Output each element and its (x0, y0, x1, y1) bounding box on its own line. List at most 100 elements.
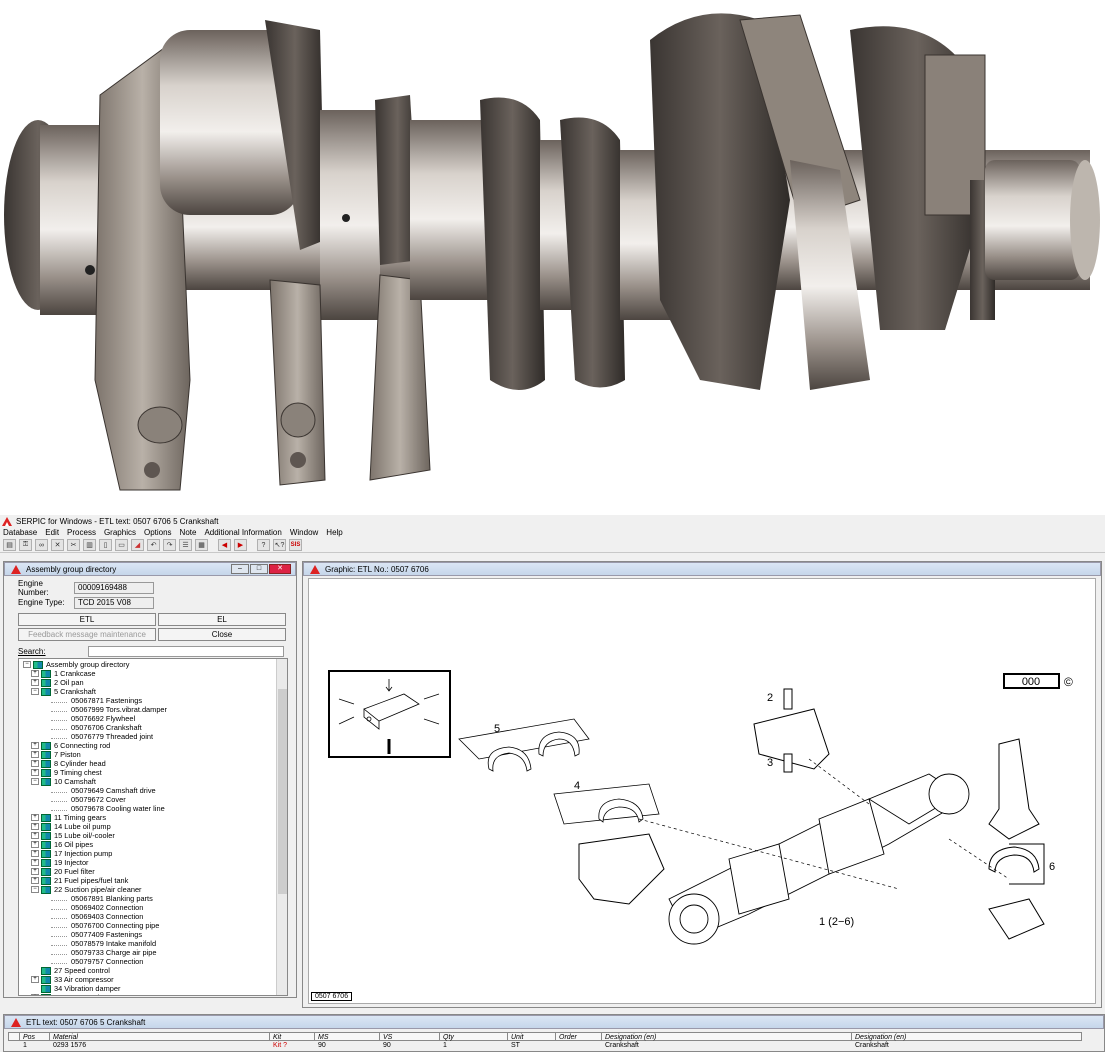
tree-expander-icon[interactable]: + (31, 679, 39, 686)
tree-expander-icon[interactable]: + (31, 814, 39, 821)
tree-expander-icon[interactable]: − (31, 886, 39, 893)
tree-group-item[interactable]: +15 Lube oil/-cooler (23, 831, 275, 840)
tree-expander-icon[interactable]: + (31, 670, 39, 677)
tree-leaf-item[interactable]: 05069402 Connection (23, 903, 275, 912)
tree-group-item[interactable]: +21 Fuel pipes/fuel tank (23, 876, 275, 885)
tree-leaf-item[interactable]: 05069403 Connection (23, 912, 275, 921)
col-designation-1[interactable]: Designation (en) (602, 1032, 852, 1041)
tree-group-item[interactable]: +17 Injection pump (23, 849, 275, 858)
exploded-view-drawing[interactable]: 000 © 5 4 2 3 1 (2−6) 6 0507 6706 (308, 578, 1096, 1004)
col-designation-2[interactable]: Designation (en) (852, 1032, 1082, 1041)
menu-window[interactable]: Window (290, 528, 318, 537)
sis-icon[interactable]: SIS (289, 539, 302, 551)
menu-database[interactable]: Database (3, 528, 37, 537)
cancel-icon[interactable]: ✕ (51, 539, 64, 551)
tree-leaf-item[interactable]: 05076692 Flywheel (23, 714, 275, 723)
menu-help[interactable]: Help (326, 528, 342, 537)
minimize-button[interactable]: – (231, 564, 249, 574)
tree-scrollbar[interactable] (276, 659, 287, 995)
tree-leaf-item[interactable]: 05079757 Connection (23, 957, 275, 966)
tree-leaf-item[interactable]: 05079649 Camshaft drive (23, 786, 275, 795)
menu-process[interactable]: Process (67, 528, 96, 537)
tree-expander-icon[interactable]: + (31, 760, 39, 767)
tree-group-item[interactable]: − 22 Suction pipe/air cleaner (23, 885, 275, 894)
tree-leaf-item[interactable]: 05076700 Connecting pipe (23, 921, 275, 930)
menu-note[interactable]: Note (180, 528, 197, 537)
tree-group-item[interactable]: +36 Water cooler (23, 993, 275, 995)
tree-leaf-item[interactable]: 05077409 Fastenings (23, 930, 275, 939)
tree-expander-icon[interactable]: + (31, 877, 39, 884)
tree-group-item[interactable]: 27 Speed control (23, 966, 275, 975)
tree-group-item[interactable]: 34 Vibration damper (23, 984, 275, 993)
tree-group-item[interactable]: +14 Lube oil pump (23, 822, 275, 831)
tree-group-item[interactable]: +9 Timing chest (23, 768, 275, 777)
tree-group-item[interactable]: +8 Cylinder head (23, 759, 275, 768)
tree-expander-icon[interactable]: + (31, 976, 39, 983)
col-pos[interactable]: Pos (20, 1032, 50, 1041)
tree-group-item[interactable]: +20 Fuel filter (23, 867, 275, 876)
cut-icon[interactable]: ✂ (67, 539, 80, 551)
tree-expander-icon[interactable]: + (31, 859, 39, 866)
el-button[interactable]: EL (158, 613, 286, 626)
col-kit[interactable]: Kit (270, 1032, 315, 1041)
close-button[interactable]: Close (158, 628, 286, 641)
tree-group-item[interactable]: +11 Timing gears (23, 813, 275, 822)
col-vs[interactable]: VS (380, 1032, 440, 1041)
tree-group-item[interactable]: +33 Air compressor (23, 975, 275, 984)
menu-edit[interactable]: Edit (45, 528, 59, 537)
tree-group-item[interactable]: − 5 Crankshaft (23, 687, 275, 696)
tree-leaf-item[interactable]: 05076706 Crankshaft (23, 723, 275, 732)
list-icon[interactable]: ☰ (179, 539, 192, 551)
tree-leaf-item[interactable]: 05076779 Threaded joint (23, 732, 275, 741)
tree-expander-icon[interactable]: + (31, 994, 39, 995)
next-arrow-icon[interactable]: ▶ (234, 539, 247, 551)
feedback-button[interactable]: Feedback message maintenance (18, 628, 156, 641)
tree-expander-icon[interactable]: + (31, 868, 39, 875)
tree-leaf-item[interactable]: 05079733 Charge air pipe (23, 948, 275, 957)
open-icon[interactable]: ▭ (115, 539, 128, 551)
key-icon[interactable]: ⚿ (19, 539, 32, 551)
tree-leaf-item[interactable]: 05079678 Cooling water line (23, 804, 275, 813)
print-icon[interactable]: ▤ (3, 539, 16, 551)
tree-group-item[interactable]: − 10 Camshaft (23, 777, 275, 786)
tree-leaf-item[interactable]: 05067999 Tors.vibrat.damper (23, 705, 275, 714)
col-ms[interactable]: MS (315, 1032, 380, 1041)
etl-button[interactable]: ETL (18, 613, 156, 626)
link-icon[interactable]: ∞ (35, 539, 48, 551)
col-material[interactable]: Material (50, 1032, 270, 1041)
color-icon[interactable]: ◢ (131, 539, 144, 551)
tree-expander-icon[interactable]: − (23, 661, 31, 668)
tree-leaf-item[interactable]: 05078579 Intake manifold (23, 939, 275, 948)
context-help-icon[interactable]: ↖? (273, 539, 286, 551)
col-order[interactable]: Order (556, 1032, 602, 1041)
tree-leaf-item[interactable]: 05067891 Blanking parts (23, 894, 275, 903)
tree-expander-icon[interactable]: + (31, 769, 39, 776)
tree-root-item[interactable]: − Assembly group directory (23, 660, 275, 669)
tree-group-item[interactable]: +7 Piston (23, 750, 275, 759)
help-icon[interactable]: ? (257, 539, 270, 551)
tree-expander-icon[interactable]: + (31, 751, 39, 758)
tree-expander-icon[interactable]: + (31, 832, 39, 839)
tree-expander-icon[interactable]: + (31, 823, 39, 830)
undo-icon[interactable]: ↶ (147, 539, 160, 551)
menu-graphics[interactable]: Graphics (104, 528, 136, 537)
tree-expander-icon[interactable]: − (31, 778, 39, 785)
tree-leaf-item[interactable]: 05079672 Cover (23, 795, 275, 804)
grid-icon[interactable]: ▦ (195, 539, 208, 551)
tree-group-item[interactable]: +16 Oil pipes (23, 840, 275, 849)
tree-expander-icon[interactable]: + (31, 742, 39, 749)
tree-leaf-item[interactable]: 05067871 Fastenings (23, 696, 275, 705)
tree-group-item[interactable]: +6 Connecting rod (23, 741, 275, 750)
new-document-icon[interactable]: ▯ (99, 539, 112, 551)
menu-options[interactable]: Options (144, 528, 172, 537)
tree-expander-icon[interactable]: − (31, 688, 39, 695)
col-qty[interactable]: Qty (440, 1032, 508, 1041)
prev-arrow-icon[interactable]: ◀ (218, 539, 231, 551)
maximize-button[interactable]: □ (250, 564, 268, 574)
redo-icon[interactable]: ↷ (163, 539, 176, 551)
search-input[interactable] (88, 646, 284, 657)
tree-group-item[interactable]: +2 Oil pan (23, 678, 275, 687)
tree-group-item[interactable]: +1 Crankcase (23, 669, 275, 678)
table-row[interactable]: 1 0293 1576 Kit ? 90 90 1 ST Crankshaft … (8, 1041, 1102, 1050)
tree-group-item[interactable]: +19 Injector (23, 858, 275, 867)
